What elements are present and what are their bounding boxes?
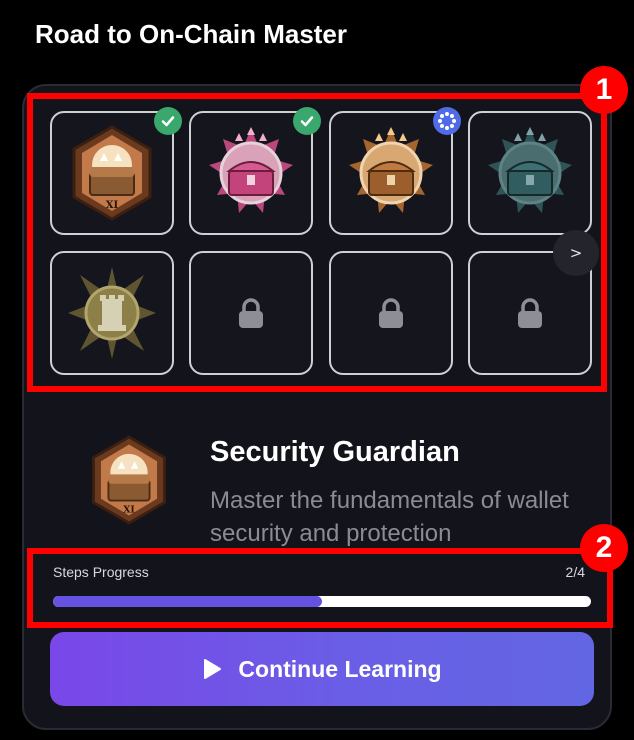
annotation-frame-progress <box>27 548 613 628</box>
detail-description: Master the fundamentals of wallet securi… <box>210 487 569 547</box>
annotation-marker-1: 1 <box>580 66 628 114</box>
continue-learning-button[interactable]: Continue Learning <box>50 632 594 706</box>
detail-badge-numeral: XI <box>123 505 135 516</box>
progress-label: Steps Progress <box>53 564 149 580</box>
progress-track <box>53 596 591 607</box>
page: Road to On-Chain Master XI > 1 XI Securi… <box>0 0 634 740</box>
continue-learning-label: Continue Learning <box>238 655 442 682</box>
detail-title: Security Guardian <box>210 436 460 468</box>
play-icon <box>204 659 222 679</box>
progress-count: 2/4 <box>565 564 585 580</box>
annotation-marker-2: 2 <box>580 524 628 572</box>
progress-fill <box>53 596 322 607</box>
annotation-frame-grid <box>27 93 607 392</box>
page-title: Road to On-Chain Master <box>35 19 348 49</box>
detail-badge-icon: XI <box>86 432 172 533</box>
